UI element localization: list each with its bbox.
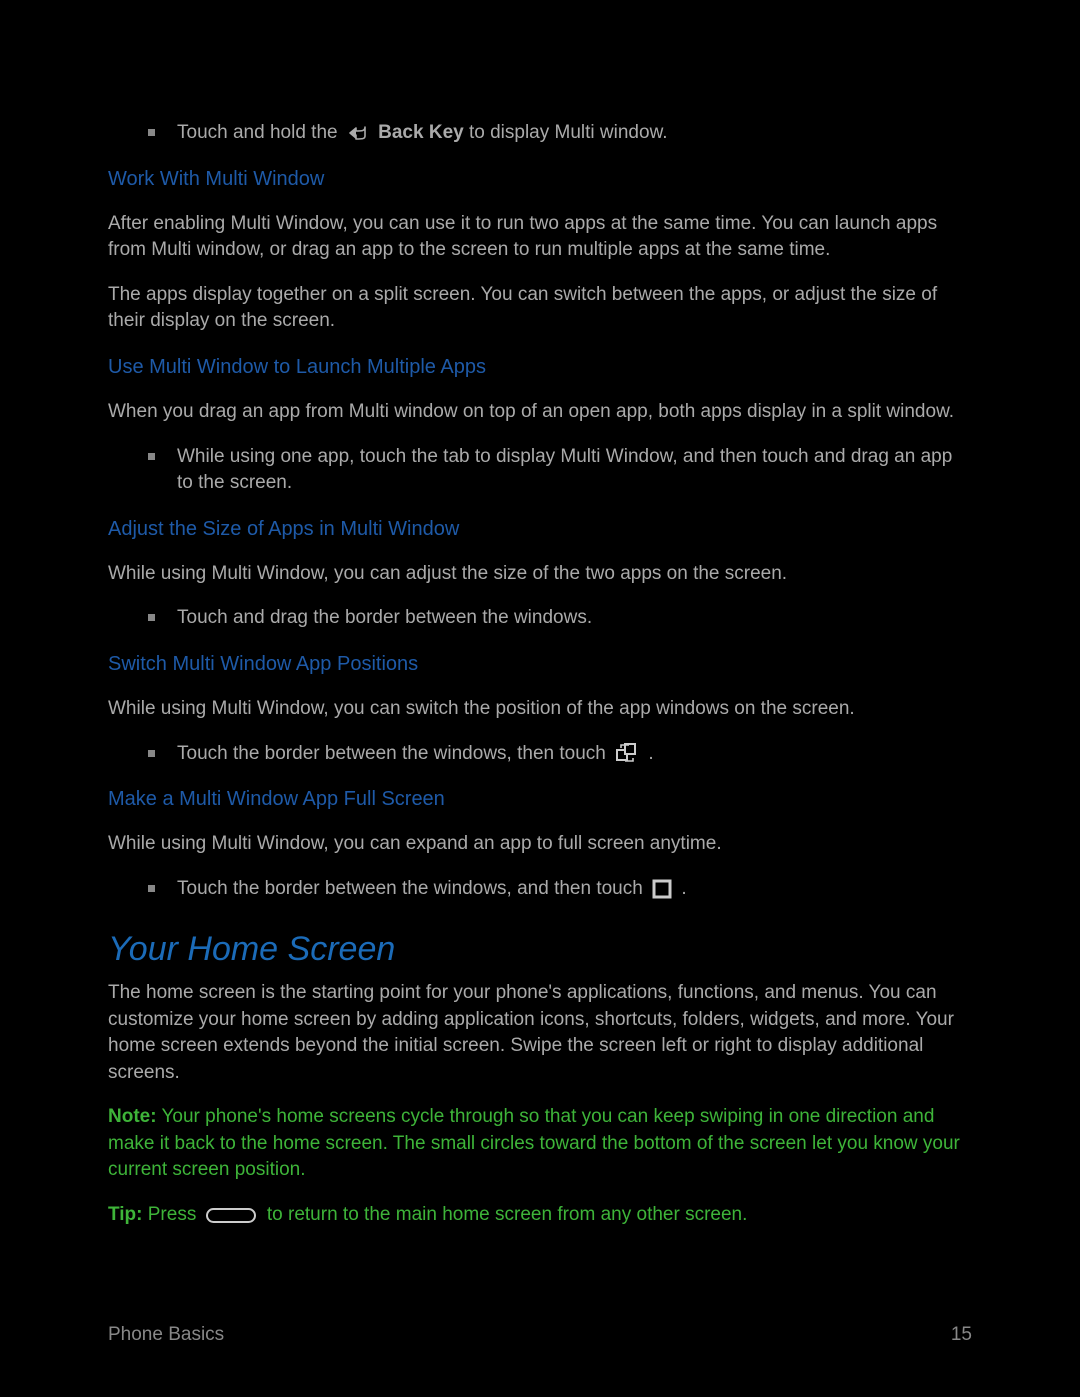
bullet-marker-icon (148, 453, 155, 460)
bullet-item: Touch the border between the windows, th… (148, 741, 972, 768)
paragraph: When you drag an app from Multi window o… (108, 399, 972, 426)
bullet-item: While using one app, touch the tab to di… (148, 444, 972, 497)
footer-section-label: Phone Basics (108, 1322, 224, 1349)
home-button-icon (206, 1208, 256, 1223)
bullet-text: Touch and hold the Back Key to display M… (177, 120, 972, 147)
text-segment: . (648, 743, 653, 764)
note-label: Note: (108, 1106, 157, 1127)
subheading-work-with-multi-window: Work With Multi Window (108, 165, 972, 193)
bullet-item: Touch and drag the border between the wi… (148, 605, 972, 632)
bullet-text: Touch the border between the windows, th… (177, 741, 972, 768)
bullet-item: Touch the border between the windows, an… (148, 876, 972, 903)
bullet-item: Touch and hold the Back Key to display M… (148, 120, 972, 147)
back-arrow-icon (347, 124, 369, 142)
note-paragraph: Note: Your phone's home screens cycle th… (108, 1104, 972, 1184)
paragraph: While using Multi Window, you can expand… (108, 831, 972, 858)
subheading-switch-positions: Switch Multi Window App Positions (108, 650, 972, 678)
text-segment: Touch the border between the windows, an… (177, 878, 648, 899)
paragraph: The apps display together on a split scr… (108, 282, 972, 335)
page-footer: Phone Basics 15 (108, 1322, 972, 1349)
paragraph: While using Multi Window, you can adjust… (108, 561, 972, 588)
tip-pre: Press (142, 1204, 201, 1225)
subheading-launch-multiple-apps: Use Multi Window to Launch Multiple Apps (108, 353, 972, 381)
bullet-marker-icon (148, 750, 155, 757)
subheading-adjust-size: Adjust the Size of Apps in Multi Window (108, 515, 972, 543)
text-segment: to display Multi window. (469, 122, 668, 143)
heading-your-home-screen: Your Home Screen (108, 926, 972, 974)
fullscreen-icon (652, 879, 672, 899)
text-segment: Touch and hold the (177, 122, 343, 143)
note-text: Your phone's home screens cycle through … (108, 1106, 960, 1180)
bullet-marker-icon (148, 129, 155, 136)
back-key-label: Back Key (378, 122, 464, 143)
bullet-text: Touch and drag the border between the wi… (177, 605, 972, 632)
tip-post: to return to the main home screen from a… (262, 1204, 748, 1225)
tip-paragraph: Tip: Press to return to the main home sc… (108, 1202, 972, 1229)
paragraph: While using Multi Window, you can switch… (108, 696, 972, 723)
paragraph: After enabling Multi Window, you can use… (108, 211, 972, 264)
paragraph: The home screen is the starting point fo… (108, 980, 972, 1086)
bullet-marker-icon (148, 885, 155, 892)
text-segment: Touch the border between the windows, th… (177, 743, 611, 764)
bullet-text: While using one app, touch the tab to di… (177, 444, 972, 497)
tip-label: Tip: (108, 1204, 142, 1225)
bullet-marker-icon (148, 614, 155, 621)
footer-page-number: 15 (951, 1322, 972, 1349)
text-segment: . (681, 878, 686, 899)
swap-windows-icon (615, 742, 639, 766)
subheading-full-screen: Make a Multi Window App Full Screen (108, 785, 972, 813)
bullet-text: Touch the border between the windows, an… (177, 876, 972, 903)
